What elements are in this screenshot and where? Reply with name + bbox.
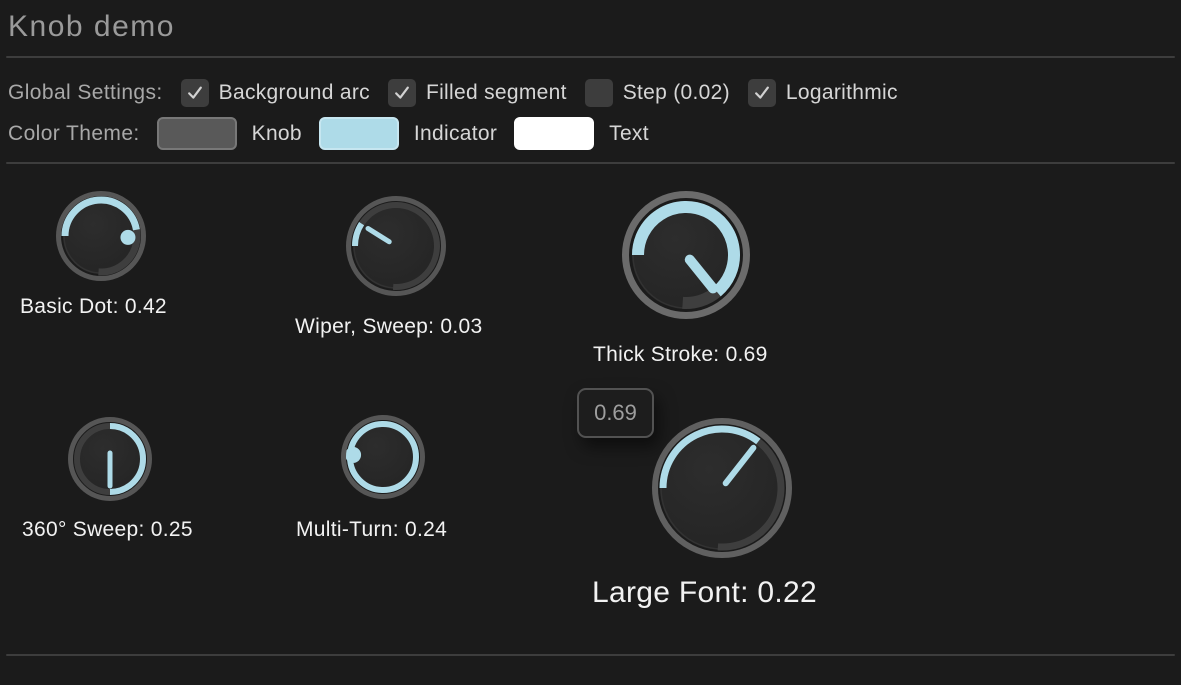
knob-label-multi-turn: Multi-Turn: 0.24	[296, 518, 447, 542]
setting-logarithmic: Logarithmic	[748, 79, 898, 107]
knob-basic-dot[interactable]	[53, 188, 149, 284]
checkbox-logarithmic[interactable]	[748, 79, 776, 107]
checkbox-label-logarithmic: Logarithmic	[786, 81, 898, 105]
color-theme-row: Color Theme: Knob Indicator Text	[8, 115, 649, 152]
checkmark-icon	[752, 83, 772, 103]
checkbox-label-step: Step (0.02)	[623, 81, 730, 105]
knob-label-thick-stroke: Thick Stroke: 0.69	[593, 343, 768, 367]
tooltip: 0.69	[577, 388, 654, 438]
swatch-label-text: Text	[609, 122, 649, 146]
knob-label-360-sweep: 360° Sweep: 0.25	[22, 518, 193, 542]
color-swatch-indicator[interactable]	[319, 117, 399, 150]
setting-step: Step (0.02)	[585, 79, 730, 107]
theme-text: Text	[514, 117, 649, 150]
setting-filled-segment: Filled segment	[388, 79, 567, 107]
page-title: Knob demo	[8, 10, 175, 44]
knob-360-sweep[interactable]	[65, 414, 155, 504]
tooltip-value: 0.69	[594, 400, 637, 426]
swatch-label-knob: Knob	[252, 122, 302, 146]
knob-large-font[interactable]	[649, 415, 795, 561]
theme-knob: Knob	[157, 117, 302, 150]
checkbox-filled-segment[interactable]	[388, 79, 416, 107]
setting-background-arc: Background arc	[181, 79, 370, 107]
knob-label-basic-dot: Basic Dot: 0.42	[20, 295, 167, 319]
separator-settings	[6, 162, 1175, 164]
checkmark-icon	[392, 83, 412, 103]
knob-multi-turn[interactable]	[338, 412, 428, 502]
global-settings-row: Global Settings: Background arc Filled se…	[8, 77, 898, 108]
separator-top	[6, 56, 1175, 58]
theme-indicator: Indicator	[319, 117, 497, 150]
checkbox-label-background-arc: Background arc	[219, 81, 370, 105]
color-swatch-knob[interactable]	[157, 117, 237, 150]
global-settings-label: Global Settings:	[8, 81, 163, 105]
knob-thick-stroke[interactable]	[619, 188, 753, 322]
checkbox-step[interactable]	[585, 79, 613, 107]
separator-bottom	[6, 654, 1175, 656]
checkbox-background-arc[interactable]	[181, 79, 209, 107]
knob-label-large-font: Large Font: 0.22	[592, 576, 817, 611]
checkbox-label-filled-segment: Filled segment	[426, 81, 567, 105]
swatch-label-indicator: Indicator	[414, 122, 497, 146]
knob-label-wiper-sweep: Wiper, Sweep: 0.03	[295, 315, 483, 339]
color-theme-label: Color Theme:	[8, 122, 140, 146]
color-swatch-text[interactable]	[514, 117, 594, 150]
checkmark-icon	[185, 83, 205, 103]
knob-wiper-sweep[interactable]	[343, 193, 449, 299]
